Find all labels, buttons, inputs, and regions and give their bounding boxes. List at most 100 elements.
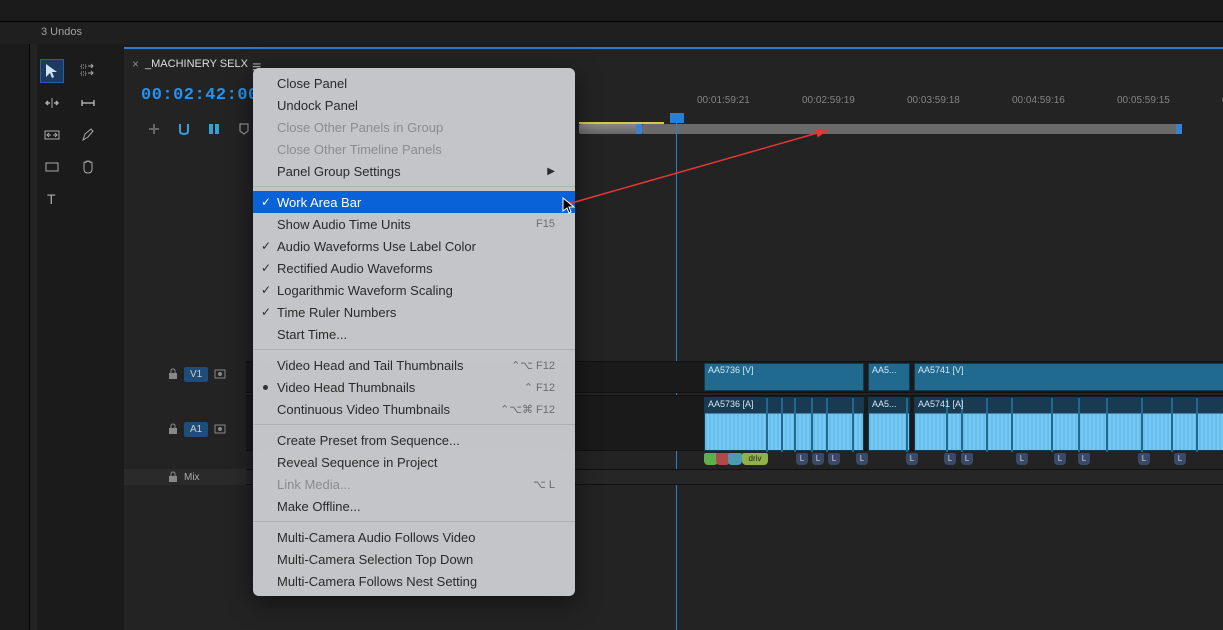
l-marker[interactable]: L xyxy=(812,453,824,465)
menu-item[interactable]: Create Preset from Sequence... xyxy=(253,429,575,451)
playhead-indicator[interactable] xyxy=(670,113,684,123)
menu-item[interactable]: Close Panel xyxy=(253,72,575,94)
l-marker[interactable]: L xyxy=(961,453,973,465)
track-output-icon[interactable] xyxy=(214,423,228,435)
insert-mode-icon[interactable] xyxy=(146,121,162,137)
work-area-out-handle[interactable] xyxy=(1176,124,1182,134)
work-area-remaining xyxy=(642,124,1182,134)
snap-icon[interactable] xyxy=(176,121,192,137)
track-header-a1[interactable]: A1 xyxy=(124,405,246,453)
menu-item[interactable]: ✓Logarithmic Waveform Scaling xyxy=(253,279,575,301)
clip-boundary xyxy=(906,398,908,452)
selection-tool[interactable] xyxy=(41,60,63,82)
menu-item[interactable]: Make Offline... xyxy=(253,495,575,517)
work-area-in-handle[interactable] xyxy=(636,124,642,134)
l-marker[interactable]: L xyxy=(1016,453,1028,465)
audio-clip[interactable]: AA5736 [A] xyxy=(704,397,864,451)
tag-marker[interactable] xyxy=(728,453,742,465)
l-marker[interactable]: L xyxy=(1138,453,1150,465)
track-label-mix: Mix xyxy=(184,472,200,483)
l-marker[interactable]: L xyxy=(944,453,956,465)
menu-item[interactable]: Video Head and Tail Thumbnails⌃⌥ F12 xyxy=(253,354,575,376)
lock-icon[interactable] xyxy=(168,368,178,380)
clip-boundary xyxy=(1106,364,1108,390)
ripple-edit-tool[interactable] xyxy=(41,92,63,114)
l-marker[interactable]: L xyxy=(856,453,868,465)
ruler-label: 00:03:59:18 xyxy=(907,95,960,106)
lock-icon[interactable] xyxy=(168,423,178,435)
linked-selection-icon[interactable] xyxy=(206,121,222,137)
clip-boundary xyxy=(1011,398,1013,452)
svg-text:T: T xyxy=(47,191,56,207)
clip-boundary xyxy=(852,398,854,452)
menu-item[interactable]: Continuous Video Thumbnails⌃⌥⌘ F12 xyxy=(253,398,575,420)
menu-item[interactable]: Show Audio Time UnitsF15 xyxy=(253,213,575,235)
clip-boundary xyxy=(1141,364,1143,390)
track-select-forward-tool[interactable] xyxy=(77,60,99,82)
menu-separator xyxy=(253,521,575,522)
video-clip[interactable]: AA5736 [V] xyxy=(704,363,864,391)
l-marker[interactable]: L xyxy=(1054,453,1066,465)
track-label-a1: A1 xyxy=(184,422,208,437)
clip-boundary xyxy=(794,364,796,390)
menu-item[interactable]: Video Head Thumbnails⌃ F12 xyxy=(253,376,575,398)
lock-icon[interactable] xyxy=(168,471,178,483)
l-marker[interactable]: L xyxy=(796,453,808,465)
menu-item: Close Other Timeline Panels xyxy=(253,138,575,160)
menu-item: Close Other Panels in Group xyxy=(253,116,575,138)
video-clip[interactable]: AA5... xyxy=(868,363,910,391)
track-output-icon[interactable] xyxy=(214,368,228,380)
menu-item[interactable]: ✓Audio Waveforms Use Label Color xyxy=(253,235,575,257)
menu-item[interactable]: Multi-Camera Selection Top Down xyxy=(253,548,575,570)
pen-tool[interactable] xyxy=(77,124,99,146)
menu-item: Link Media...⌥ L xyxy=(253,473,575,495)
track-header-v1[interactable]: V1 xyxy=(124,361,246,387)
menu-item[interactable]: Reveal Sequence in Project xyxy=(253,451,575,473)
menu-item[interactable]: Multi-Camera Audio Follows Video xyxy=(253,526,575,548)
ruler-label: 00:05:59:15 xyxy=(1117,95,1170,106)
slip-tool[interactable] xyxy=(41,124,63,146)
clip-boundary xyxy=(766,364,768,390)
clip-boundary xyxy=(1051,364,1053,390)
ruler-label: 00:04:59:16 xyxy=(1012,95,1065,106)
menu-item[interactable]: ✓Rectified Audio Waveforms xyxy=(253,257,575,279)
left-rail xyxy=(0,44,30,630)
ruler-label: 00:01:59:21 xyxy=(697,95,750,106)
panel-tab[interactable]: × _MACHINERY SELX xyxy=(132,57,248,71)
clip-boundary xyxy=(811,398,813,452)
l-marker[interactable]: L xyxy=(1174,453,1186,465)
tool-panel: T xyxy=(41,60,111,210)
menu-item[interactable]: Multi-Camera Follows Nest Setting xyxy=(253,570,575,592)
clip-boundary xyxy=(1051,398,1053,452)
clip-boundary xyxy=(1011,364,1013,390)
l-marker[interactable]: L xyxy=(906,453,918,465)
l-marker[interactable]: L xyxy=(828,453,840,465)
audio-clip[interactable]: AA5... xyxy=(868,397,910,451)
menu-item[interactable]: Start Time... xyxy=(253,323,575,345)
track-header-mix[interactable]: Mix xyxy=(124,469,246,485)
clip-boundary xyxy=(826,364,828,390)
tab-close-icon[interactable]: × xyxy=(132,57,139,71)
menu-item[interactable]: ✓Work Area Bar xyxy=(253,191,575,213)
menu-item[interactable]: Panel Group Settings▶ xyxy=(253,160,575,182)
clip-boundary xyxy=(986,398,988,452)
l-marker[interactable]: L xyxy=(1078,453,1090,465)
panel-context-menu: Close PanelUndock PanelClose Other Panel… xyxy=(253,68,575,596)
tag-marker[interactable]: driv xyxy=(742,453,768,465)
top-strip xyxy=(0,0,1223,22)
clip-boundary xyxy=(852,364,854,390)
rectangle-tool[interactable] xyxy=(41,156,63,178)
clip-boundary xyxy=(986,364,988,390)
sub-strip xyxy=(0,22,1223,44)
rate-stretch-tool[interactable] xyxy=(77,92,99,114)
type-tool[interactable]: T xyxy=(41,188,63,210)
work-area-played xyxy=(579,124,642,134)
playhead-timecode[interactable]: 00:02:42:00 xyxy=(141,86,259,105)
clip-boundary xyxy=(1196,364,1198,390)
menu-item[interactable]: Undock Panel xyxy=(253,94,575,116)
clip-boundary xyxy=(1106,398,1108,452)
menu-item[interactable]: ✓Time Ruler Numbers xyxy=(253,301,575,323)
hand-tool[interactable] xyxy=(77,156,99,178)
clip-boundary xyxy=(1141,398,1143,452)
timeline-settings-row xyxy=(146,121,252,137)
